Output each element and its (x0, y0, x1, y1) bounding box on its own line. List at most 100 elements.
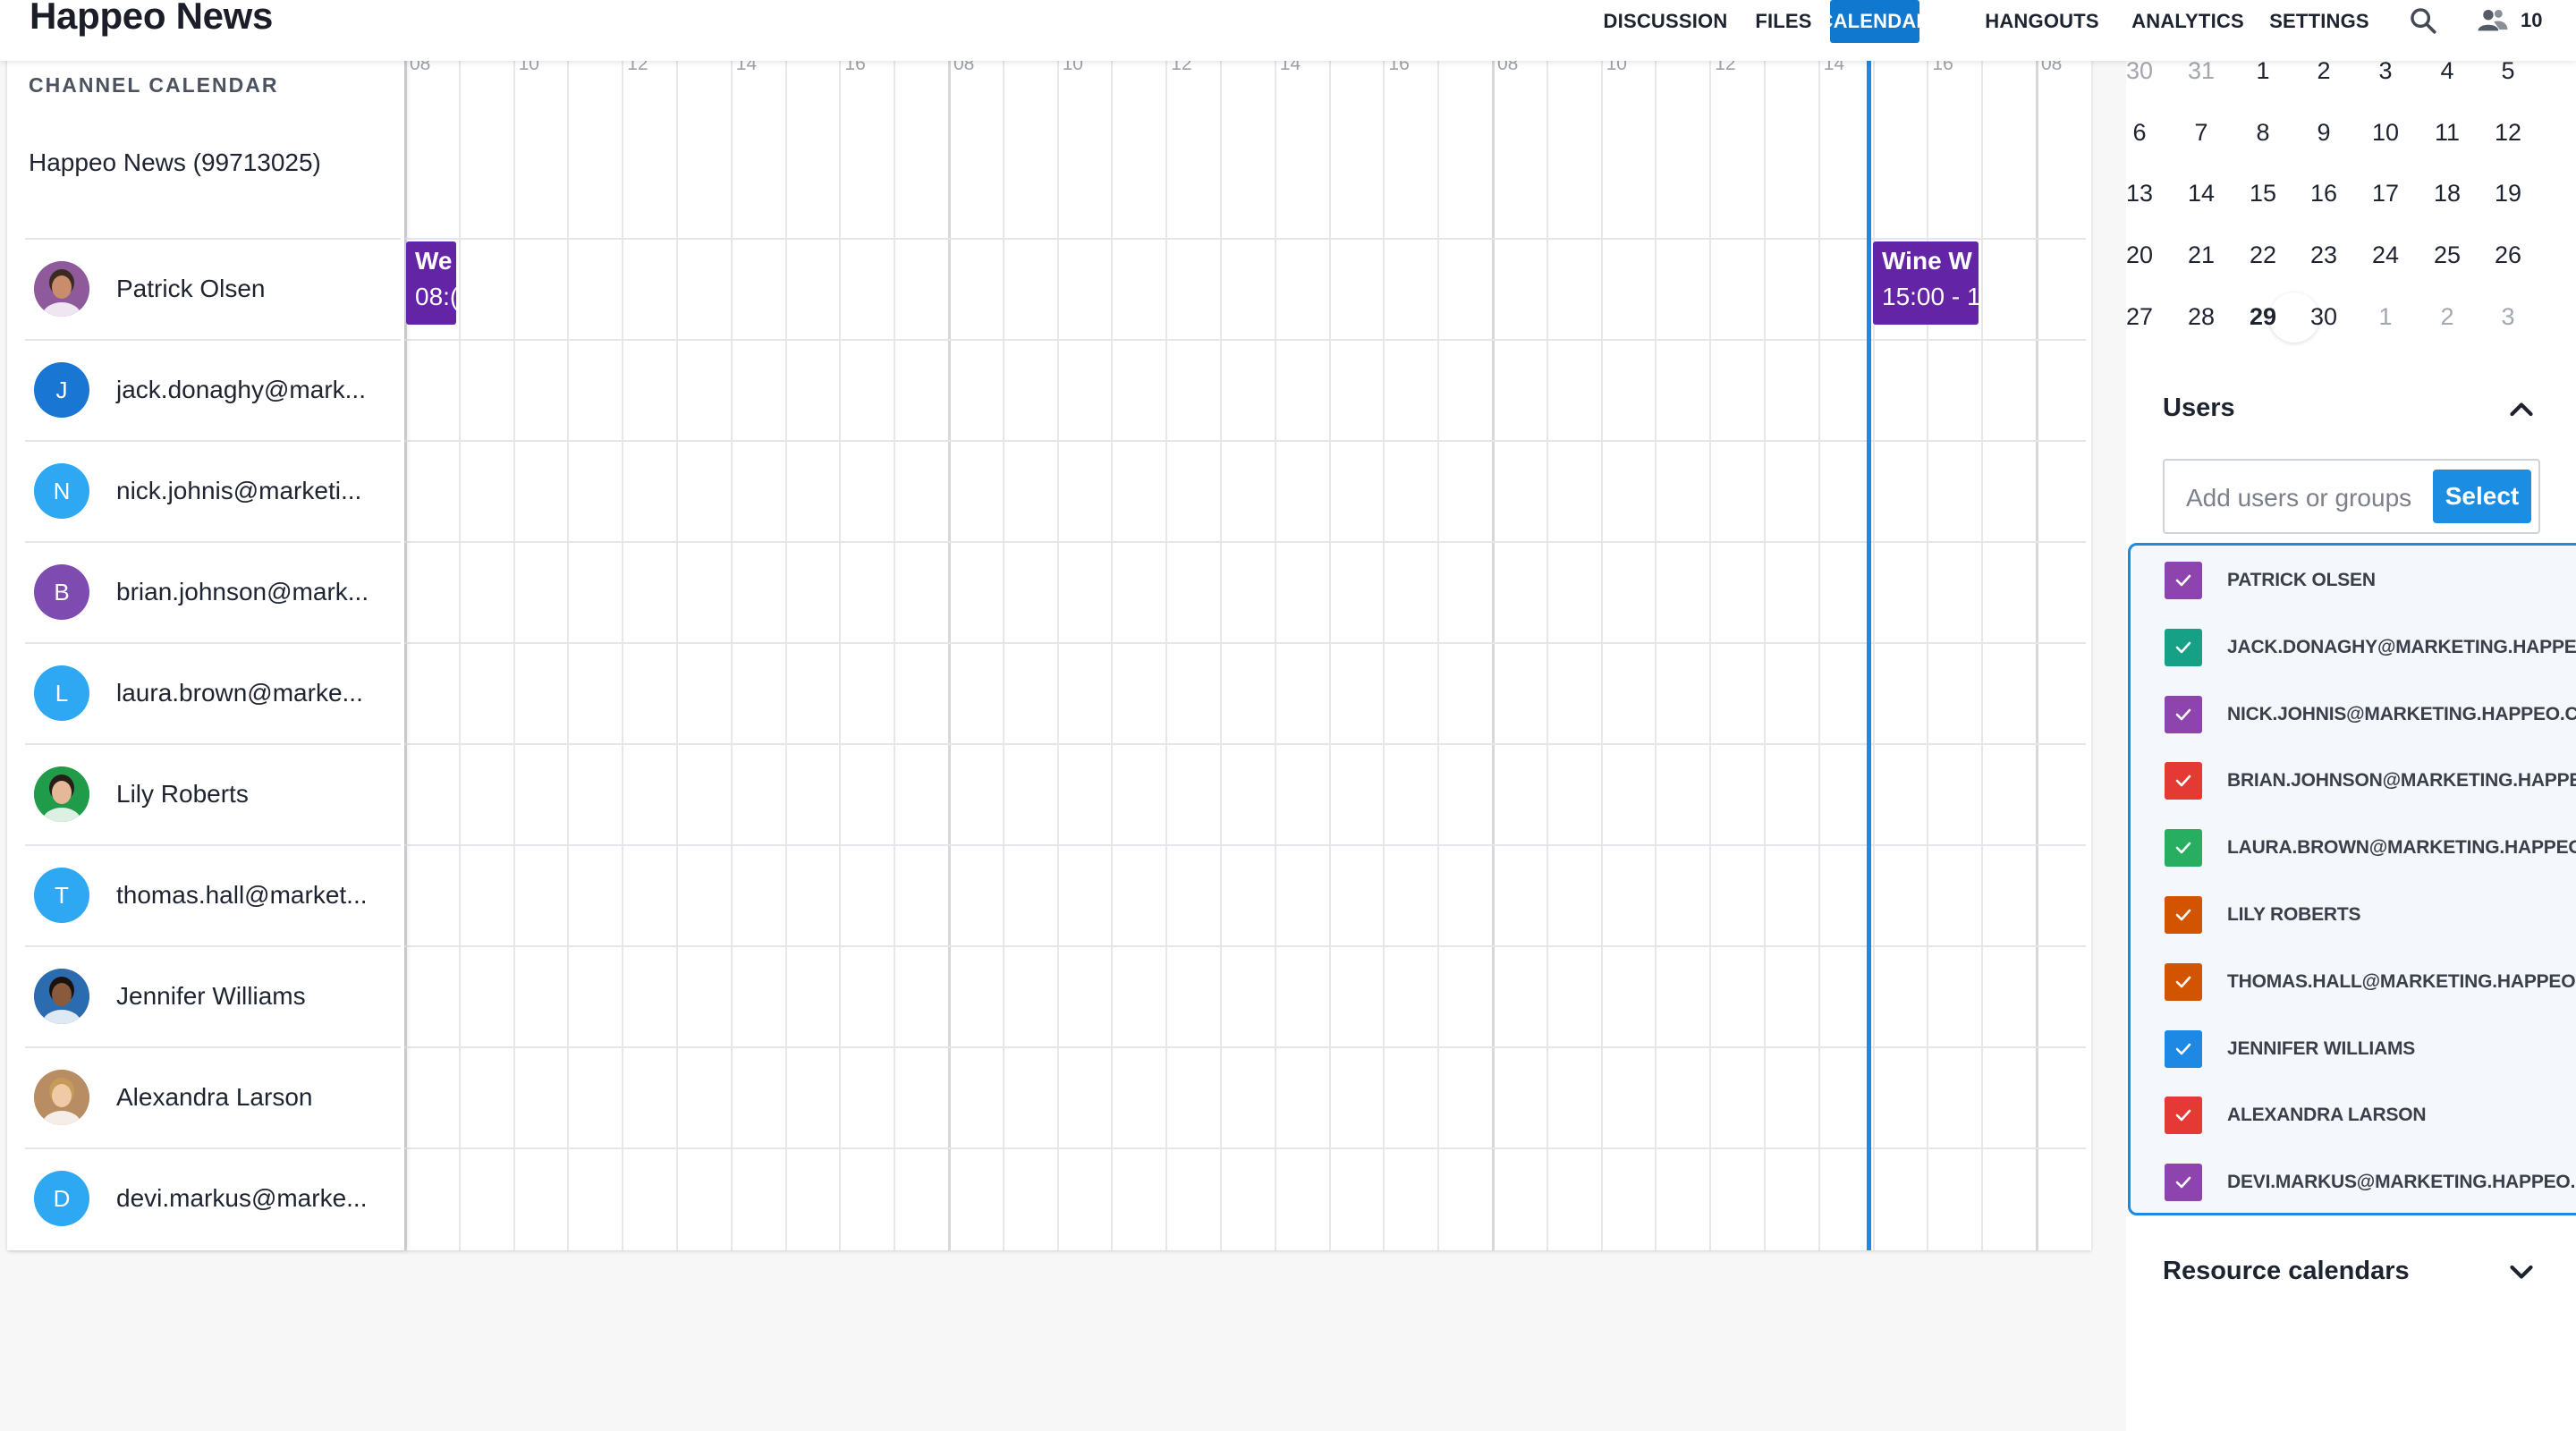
checkbox[interactable] (2165, 762, 2202, 800)
mini-calendar-day[interactable]: 23 (2297, 241, 2351, 269)
mini-calendar-day[interactable]: 14 (2174, 180, 2228, 207)
user-name: devi.markus@marke... (116, 1184, 368, 1212)
tab-calendar[interactable]: CALENDAR (1818, 0, 1930, 43)
event-block[interactable]: We 08:( (406, 241, 456, 325)
mini-calendar-day[interactable]: 17 (2359, 180, 2412, 207)
mini-calendar-day[interactable]: 20 (2113, 241, 2166, 269)
members-icon[interactable] (2476, 0, 2510, 41)
resource-calendars-title[interactable]: Resource calendars (2163, 1257, 2410, 1286)
select-button[interactable]: Select (2433, 470, 2531, 523)
user-search-input[interactable]: Add users or groups (2186, 484, 2411, 512)
mini-calendar-day[interactable]: 24 (2359, 241, 2412, 269)
mini-calendar-day[interactable]: 6 (2113, 119, 2166, 147)
mini-calendar-day[interactable]: 9 (2297, 119, 2351, 147)
selected-user-item[interactable]: ALEXANDRA LARSON (2131, 1088, 2427, 1142)
selected-user-label: JENNIFER WILLIAMS (2227, 1037, 2416, 1059)
user-row[interactable]: Patrick Olsen (25, 238, 401, 338)
checkbox[interactable] (2165, 829, 2202, 868)
selected-user-label: LILY ROBERTS (2227, 904, 2361, 925)
user-row[interactable]: Alexandra Larson (25, 1046, 401, 1147)
selected-user-item[interactable]: NICK.JOHNIS@MARKETING.HAPPEO.COM (2131, 688, 2576, 741)
event-title: Wine W (1882, 247, 1972, 275)
user-name: brian.johnson@mark... (116, 578, 369, 605)
chevron-up-icon[interactable] (2508, 399, 2535, 423)
selected-user-item[interactable]: JACK.DONAGHY@MARKETING.HAPPEO.COM (2131, 621, 2576, 674)
mini-calendar-day[interactable]: 1 (2359, 303, 2412, 331)
tab-files[interactable]: FILES (1744, 0, 1823, 43)
avatar-initial: T (55, 881, 69, 909)
mini-calendar-day[interactable]: 30 (2297, 303, 2351, 331)
avatar: B (34, 564, 89, 620)
mini-calendar-day[interactable]: 25 (2420, 241, 2474, 269)
mini-calendar-day[interactable]: 1 (2236, 57, 2290, 85)
user-row[interactable]: Lily Roberts (25, 743, 401, 843)
selected-user-item[interactable]: THOMAS.HALL@MARKETING.HAPPEO.COM (2131, 955, 2576, 1009)
mini-calendar-day[interactable]: 29 (2236, 303, 2290, 331)
selected-user-label: LAURA.BROWN@MARKETING.HAPPEO.COM (2227, 837, 2576, 859)
user-name: Alexandra Larson (116, 1083, 313, 1111)
mini-calendar-day[interactable]: 18 (2420, 180, 2474, 207)
mini-calendar-day[interactable]: 12 (2481, 119, 2535, 147)
checkbox[interactable] (2165, 1164, 2202, 1202)
mini-calendar-day[interactable]: 15 (2236, 180, 2290, 207)
mini-calendar-day[interactable]: 3 (2359, 57, 2412, 85)
mini-calendar-day[interactable]: 10 (2359, 119, 2412, 147)
mini-calendar-day[interactable]: 13 (2113, 180, 2166, 207)
user-row[interactable]: Jjack.donaghy@mark... (25, 339, 401, 439)
checkbox[interactable] (2165, 896, 2202, 934)
user-row[interactable]: Nnick.johnis@marketi... (25, 440, 401, 540)
selected-user-item[interactable]: JENNIFER WILLIAMS (2131, 1022, 2415, 1076)
mini-calendar-day[interactable]: 5 (2481, 57, 2535, 85)
chevron-down-icon[interactable] (2508, 1263, 2535, 1287)
selected-user-item[interactable]: PATRICK OLSEN (2131, 554, 2376, 607)
avatar-initial: L (55, 679, 69, 707)
mini-calendar-day[interactable]: 28 (2174, 303, 2228, 331)
selected-user-item[interactable]: DEVI.MARKUS@MARKETING.HAPPEO.COM (2131, 1156, 2576, 1209)
checkbox[interactable] (2165, 562, 2202, 599)
checkbox[interactable] (2165, 962, 2202, 1001)
selected-user-label: THOMAS.HALL@MARKETING.HAPPEO.COM (2227, 970, 2576, 992)
grid-row-line (404, 1147, 2086, 1149)
user-row[interactable]: Ddevi.markus@marke... (25, 1147, 401, 1248)
tab-discussion[interactable]: DISCUSSION (1594, 0, 1737, 43)
mini-calendar-day[interactable]: 19 (2481, 180, 2535, 207)
tab-analytics[interactable]: ANALYTICS (2123, 0, 2252, 43)
mini-calendar-day[interactable]: 27 (2113, 303, 2166, 331)
checkbox[interactable] (2165, 628, 2202, 666)
grid-row-line (404, 238, 2086, 240)
mini-calendar-day[interactable]: 8 (2236, 119, 2290, 147)
mini-calendar-day[interactable]: 2 (2420, 303, 2474, 331)
mini-calendar-day[interactable]: 31 (2174, 57, 2228, 85)
user-name: Jennifer Williams (116, 982, 306, 1010)
selected-user-item[interactable]: LILY ROBERTS (2131, 888, 2360, 942)
search-icon[interactable] (2408, 0, 2438, 41)
mini-calendar-day[interactable]: 11 (2420, 119, 2474, 147)
mini-calendar-day[interactable]: 3 (2481, 303, 2535, 331)
user-row[interactable]: Tthomas.hall@market... (25, 844, 401, 944)
avatar (34, 766, 89, 822)
checkbox[interactable] (2165, 1029, 2202, 1068)
selected-user-item[interactable]: BRIAN.JOHNSON@MARKETING.HAPPEO.COM (2131, 754, 2576, 808)
checkbox[interactable] (2165, 695, 2202, 733)
mini-calendar-day[interactable]: 30 (2113, 57, 2166, 85)
mini-calendar-day[interactable]: 4 (2420, 57, 2474, 85)
checkbox[interactable] (2165, 1097, 2202, 1135)
user-row[interactable]: Jennifer Williams (25, 945, 401, 1046)
selected-user-item[interactable]: LAURA.BROWN@MARKETING.HAPPEO.COM (2131, 821, 2576, 875)
selected-user-label: NICK.JOHNIS@MARKETING.HAPPEO.COM (2227, 703, 2576, 724)
avatar (34, 261, 89, 317)
event-block[interactable]: Wine W 15:00 - 1 (1873, 241, 1979, 325)
avatar: N (34, 463, 89, 519)
mini-calendar-day[interactable]: 22 (2236, 241, 2290, 269)
mini-calendar-day[interactable]: 7 (2174, 119, 2228, 147)
tab-hangouts[interactable]: HANGOUTS (1975, 0, 2109, 43)
mini-calendar-day[interactable]: 21 (2174, 241, 2228, 269)
user-row[interactable]: Llaura.brown@marke... (25, 642, 401, 742)
selected-user-label: ALEXANDRA LARSON (2227, 1105, 2427, 1126)
mini-calendar-day[interactable]: 2 (2297, 57, 2351, 85)
user-row[interactable]: Bbrian.johnson@mark... (25, 541, 401, 641)
mini-calendar-day[interactable]: 26 (2481, 241, 2535, 269)
mini-calendar-day[interactable]: 16 (2297, 180, 2351, 207)
tab-settings[interactable]: SETTINGS (2263, 0, 2376, 43)
selected-user-label: BRIAN.JOHNSON@MARKETING.HAPPEO.COM (2227, 770, 2576, 792)
